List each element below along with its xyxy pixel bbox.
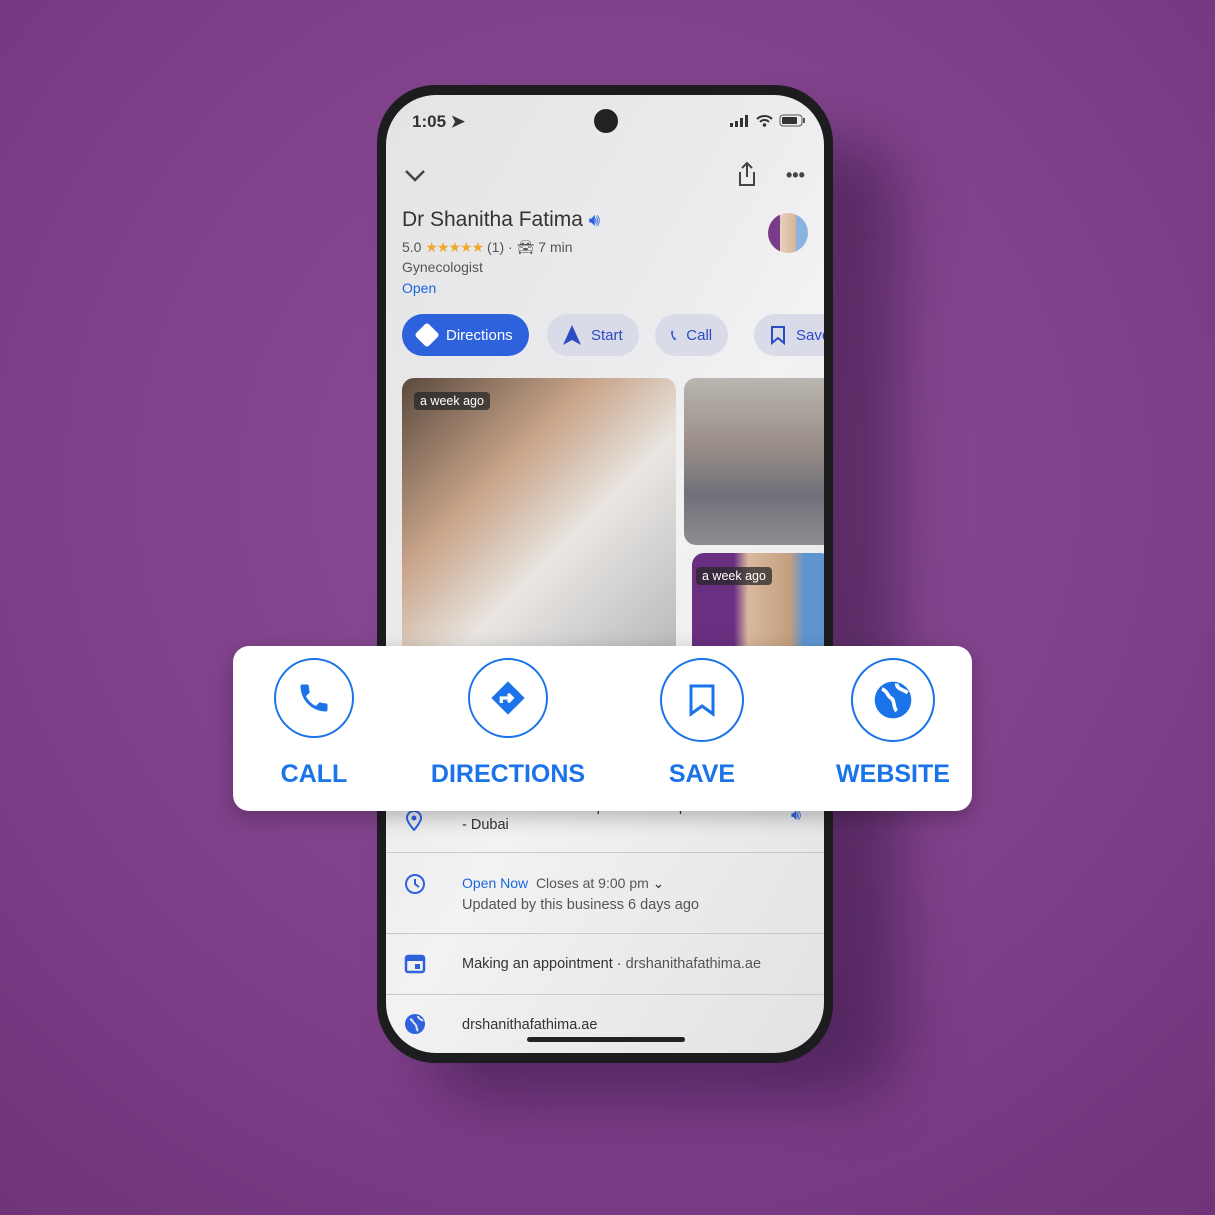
car-icon: 🚘︎ [516,239,535,255]
quick-actions-card: CALL DIRECTIONS SAVE WEBSITE [233,646,972,811]
open-now-label: Open Now [462,875,529,891]
rating-stars: ★★★★★ [425,239,484,255]
home-indicator [527,1037,685,1042]
card-save-button[interactable]: SAVE [617,658,787,789]
phone-icon: 📞︎ [671,326,677,344]
address-line-2: - Dubai [462,817,509,833]
card-call-button[interactable]: CALL [229,658,399,789]
signal-icon [730,114,748,127]
status-time: 1:05 ➤ [412,112,466,131]
directions-button[interactable]: Directions [402,314,529,356]
directions-icon [491,681,525,715]
photo-age-tag: a week ago [414,392,490,410]
clock-icon [405,874,425,894]
location-arrow-icon: ➤ [450,112,466,131]
phone-frame: 1:05 ➤ ••• Dr Shanitha Fatima 🔊︎ 5.0 ★★★… [377,85,833,1063]
card-website-button[interactable]: WEBSITE [808,658,978,789]
more-options-icon[interactable]: ••• [786,165,805,186]
hours-row[interactable]: Open Now Closes at 9:00 pm ⌄ Updated by … [386,852,824,932]
appointment-label: Making an appointment [462,956,613,972]
bookmark-icon [771,326,785,345]
wifi-icon [756,114,773,127]
share-icon[interactable] [737,161,757,187]
rating-row: 5.0 ★★★★★ (1) · 🚘︎ 7 min [402,239,573,255]
collapse-chevron-icon[interactable] [404,169,426,183]
call-button[interactable]: 📞︎ Call [655,314,729,356]
hours-updated: Updated by this business 6 days ago [462,897,699,913]
bookmark-icon [689,684,715,717]
appointment-link[interactable]: drshanithafathima.ae [626,956,761,972]
globe-icon [405,1014,425,1034]
closing-time: Closes at 9:00 pm [535,875,649,891]
card-directions-button[interactable]: DIRECTIONS [423,658,593,789]
navigation-arrow-icon [563,325,581,345]
directions-icon [414,322,440,348]
phone-icon [300,684,328,712]
photo-patient[interactable]: a week ago [402,378,676,658]
website-link[interactable]: drshanithafathima.ae [462,1017,597,1033]
battery-icon [779,114,805,127]
avatar[interactable] [768,213,808,253]
save-button[interactable]: Save [754,314,824,356]
phone-screen: 1:05 ➤ ••• Dr Shanitha Fatima 🔊︎ 5.0 ★★★… [386,95,824,1053]
place-category: Gynecologist [402,259,483,275]
chevron-down-icon[interactable]: ⌄ [653,875,665,891]
photo-street[interactable] [684,378,824,545]
status-icons [730,114,806,127]
speaker-icon[interactable]: 🔊︎ [589,210,600,230]
place-title: Dr Shanitha Fatima 🔊︎ [402,208,601,231]
globe-icon [874,681,912,719]
open-status: Open [402,280,437,296]
website-row[interactable]: drshanithafathima.ae [386,994,824,1053]
camera-cutout [594,109,618,133]
photo-age-tag: a week ago [696,567,772,585]
location-pin-icon [404,809,424,836]
appointment-row[interactable]: Making an appointment · drshanithafathim… [386,933,824,993]
calendar-icon [404,954,426,974]
start-button[interactable]: Start [547,314,639,356]
